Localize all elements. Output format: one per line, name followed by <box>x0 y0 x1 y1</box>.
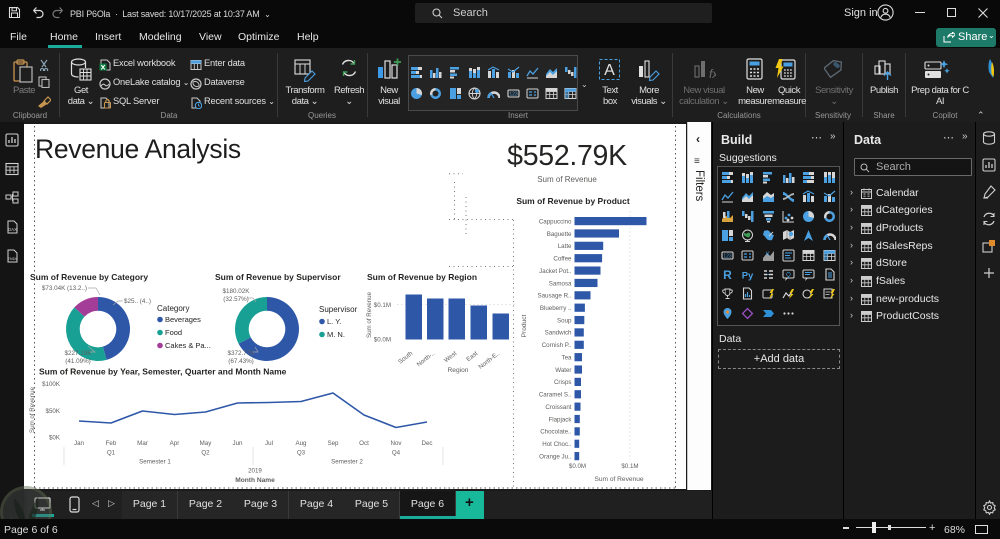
svg-text:Sum of Revenue: Sum of Revenue <box>594 476 643 483</box>
svg-text:Sum of Revenue by Region: Sum of Revenue by Region <box>367 272 477 282</box>
svg-text:Region: Region <box>448 367 469 374</box>
svg-text:Q2: Q2 <box>201 450 210 457</box>
svg-text:Py: Py <box>742 271 754 282</box>
svg-text:$100K: $100K <box>42 381 61 388</box>
svg-text:(67.43%): (67.43%) <box>228 358 254 365</box>
svg-text:$73.04K (13.2..): $73.04K (13.2..) <box>42 285 87 292</box>
svg-text:Flapjack: Flapjack <box>548 416 572 423</box>
svg-text:Jul: Jul <box>265 440 273 447</box>
svg-text:$180.02K: $180.02K <box>223 288 251 295</box>
svg-text:L. Y.: L. Y. <box>327 317 341 326</box>
svg-text:May: May <box>200 440 213 447</box>
svg-text:Revenue Analysis: Revenue Analysis <box>35 134 241 164</box>
svg-text:Month Name: Month Name <box>235 477 275 484</box>
svg-text:Tea: Tea <box>562 354 573 361</box>
svg-text:$0.1M: $0.1M <box>621 463 638 470</box>
svg-text:Samosa: Samosa <box>549 280 572 287</box>
svg-text:Blueberry ..: Blueberry .. <box>540 305 572 312</box>
svg-text:Mar: Mar <box>137 440 148 447</box>
svg-text:$0.1M: $0.1M <box>374 302 391 309</box>
svg-text:Q: Q <box>786 273 791 279</box>
svg-text:North-E..: North-E.. <box>477 350 501 371</box>
svg-text:Jacket Pot..: Jacket Pot.. <box>539 268 572 275</box>
svg-text:R: R <box>723 268 732 281</box>
svg-text:Crisps: Crisps <box>554 379 572 386</box>
svg-text:Sum of Revenue: Sum of Revenue <box>537 175 597 184</box>
svg-text:Sep: Sep <box>327 440 339 447</box>
svg-text:Product: Product <box>521 314 528 337</box>
svg-text:$372.77K: $372.77K <box>228 350 256 357</box>
svg-text:Aug: Aug <box>295 440 307 447</box>
svg-text:Latte: Latte <box>558 243 572 250</box>
svg-text:Food: Food <box>165 328 182 337</box>
svg-text:South: South <box>397 350 414 366</box>
svg-text:Beverages: Beverages <box>165 315 201 324</box>
svg-text:2019: 2019 <box>248 468 262 475</box>
svg-text:Hot Choc..: Hot Choc.. <box>542 441 572 448</box>
svg-text:Q4: Q4 <box>392 450 401 457</box>
svg-text:Sandwich: Sandwich <box>545 330 572 337</box>
svg-text:Semester 1: Semester 1 <box>139 459 171 466</box>
svg-text:$0.0M: $0.0M <box>569 463 586 470</box>
svg-text:Supervisor: Supervisor <box>319 305 358 314</box>
svg-text:K: K <box>766 252 770 258</box>
svg-text:$50K: $50K <box>46 408 61 415</box>
svg-text:TMDL: TMDL <box>7 257 17 261</box>
svg-text:Sum of Revenue by Category: Sum of Revenue by Category <box>30 272 148 282</box>
svg-text:Caramel S..: Caramel S.. <box>539 392 572 399</box>
svg-text:Sausage R..: Sausage R.. <box>537 293 571 300</box>
svg-text:Category: Category <box>157 304 189 313</box>
svg-text:North-..: North-.. <box>416 350 437 368</box>
svg-text:123: 123 <box>723 253 732 259</box>
svg-text:Q3: Q3 <box>297 450 306 457</box>
svg-text:$0.0M: $0.0M <box>374 337 391 344</box>
svg-text:Jan: Jan <box>74 440 85 447</box>
svg-text:Jun: Jun <box>233 440 244 447</box>
svg-text:M. N.: M. N. <box>327 330 345 339</box>
svg-text:Dec: Dec <box>421 440 432 447</box>
svg-text:West: West <box>443 350 459 364</box>
svg-text:Q1: Q1 <box>107 450 116 457</box>
svg-text:Coffee: Coffee <box>553 256 572 263</box>
svg-text:Soup: Soup <box>557 317 572 324</box>
svg-text:Sum of Revenue by Product: Sum of Revenue by Product <box>516 196 630 206</box>
svg-text:Cakes & Pa...: Cakes & Pa... <box>165 341 211 350</box>
svg-text:Cappuccino: Cappuccino <box>539 218 572 225</box>
svg-text:Water: Water <box>555 367 571 374</box>
svg-text:Apr: Apr <box>170 440 180 447</box>
svg-text:$25.. (4..): $25.. (4..) <box>124 298 151 305</box>
svg-text:Sum of Revenue by Supervisor: Sum of Revenue by Supervisor <box>215 272 341 282</box>
svg-text:$0K: $0K <box>49 435 61 442</box>
svg-text:DAX: DAX <box>8 227 17 232</box>
svg-text:123: 123 <box>509 91 518 97</box>
svg-text:Sum of Revenue by Year, Semest: Sum of Revenue by Year, Semester, Quarte… <box>39 367 287 377</box>
svg-text:Baguette: Baguette <box>547 231 572 238</box>
svg-text:$227.19K: $227.19K <box>65 350 93 357</box>
svg-text:Nov: Nov <box>390 440 402 447</box>
svg-text:fx: fx <box>709 67 716 81</box>
svg-text:Oct: Oct <box>359 440 369 447</box>
svg-text:East: East <box>465 350 479 363</box>
svg-text:Chocolate..: Chocolate.. <box>540 429 572 436</box>
svg-text:Semester 2: Semester 2 <box>331 459 363 466</box>
svg-text:Sum of Revenue: Sum of Revenue <box>366 291 373 338</box>
svg-text:Cornish P..: Cornish P.. <box>542 342 572 349</box>
svg-text:(32.57%): (32.57%) <box>223 296 249 303</box>
svg-text:A: A <box>604 62 615 79</box>
svg-text:Feb: Feb <box>106 440 117 447</box>
svg-text:$552.79K: $552.79K <box>507 140 627 172</box>
svg-text:(41.09%): (41.09%) <box>65 358 91 365</box>
svg-text:Orange Ju..: Orange Ju.. <box>539 453 572 460</box>
svg-text:Croissant: Croissant <box>545 404 571 411</box>
